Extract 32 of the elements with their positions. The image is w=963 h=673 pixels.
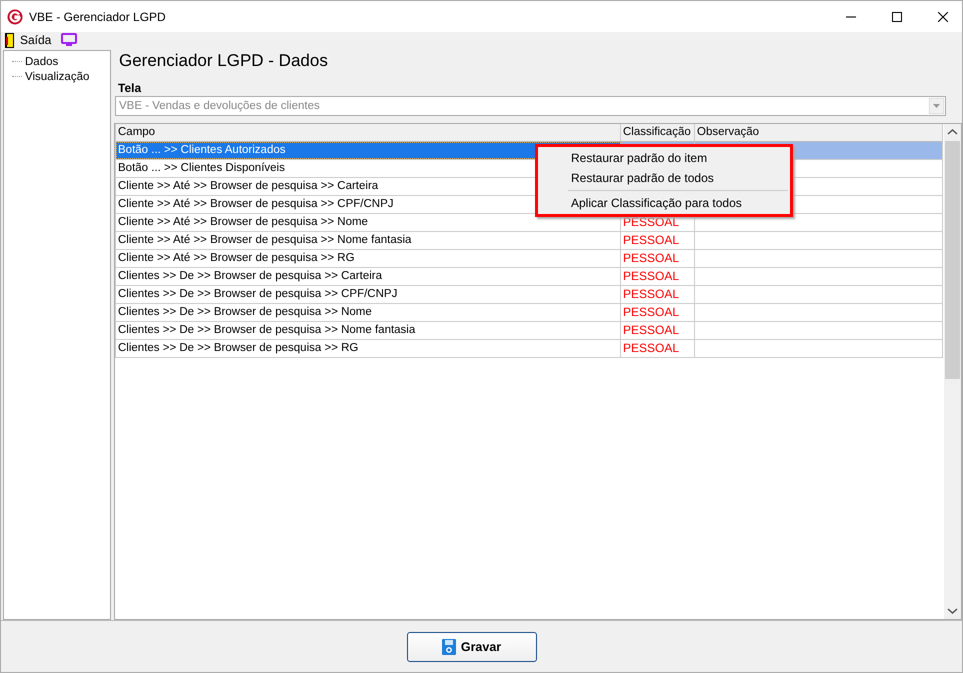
scrollbar[interactable]: [944, 124, 961, 619]
exit-button[interactable]: Saída: [5, 32, 52, 48]
app-logo-icon: [7, 8, 23, 24]
table-cell: Clientes >> De >> Browser de pesquisa >> Carteira: [116, 268, 621, 285]
table-cell: Clientes >> De >> Browser de pesquisa >> RG: [116, 340, 621, 357]
close-icon[interactable]: [938, 12, 948, 22]
field-label: Tela: [118, 81, 142, 96]
table-cell: Clientes >> De >> Browser de pesquisa >> Nome fantasia: [116, 322, 621, 339]
door-icon: [5, 32, 14, 48]
table-cell: Clientes >> De >> Browser de pesquisa >> Nome: [116, 304, 621, 321]
monitor-icon[interactable]: [61, 33, 78, 47]
maximize-icon[interactable]: [892, 12, 902, 22]
table-cell: Clientes >> De >> Browser de pesquisa >> CPF/CNPJ: [116, 286, 621, 303]
table-cell: PESSOAL: [621, 286, 695, 303]
page-heading: Gerenciador LGPD - Dados: [119, 51, 329, 72]
column-header[interactable]: Campo: [116, 124, 621, 141]
table-cell: PESSOAL: [621, 250, 695, 267]
table-cell: Cliente >> Até >> Browser de pesquisa >> Nome fantasia: [116, 232, 621, 249]
table-cell: PESSOAL: [621, 232, 695, 249]
table-cell: PESSOAL: [621, 340, 695, 357]
dropdown-arrow-icon: [929, 98, 944, 114]
table-cell: PESSOAL: [621, 322, 695, 339]
table-cell: PESSOAL: [621, 304, 695, 321]
tree-item[interactable]: Dados: [25, 56, 58, 68]
screen-dropdown[interactable]: VBE - Vendas e devoluções de clientes: [115, 96, 946, 116]
table-cell: Cliente >> Até >> Browser de pesquisa >> RG: [116, 250, 621, 267]
tree-item[interactable]: Visualização: [25, 70, 90, 82]
window-title: VBE - Gerenciador LGPD: [29, 10, 166, 24]
table-cell: PESSOAL: [621, 268, 695, 285]
column-header[interactable]: Classificação: [621, 124, 695, 141]
column-header[interactable]: Observação: [695, 124, 943, 141]
save-button[interactable]: Gravar: [406, 632, 536, 662]
